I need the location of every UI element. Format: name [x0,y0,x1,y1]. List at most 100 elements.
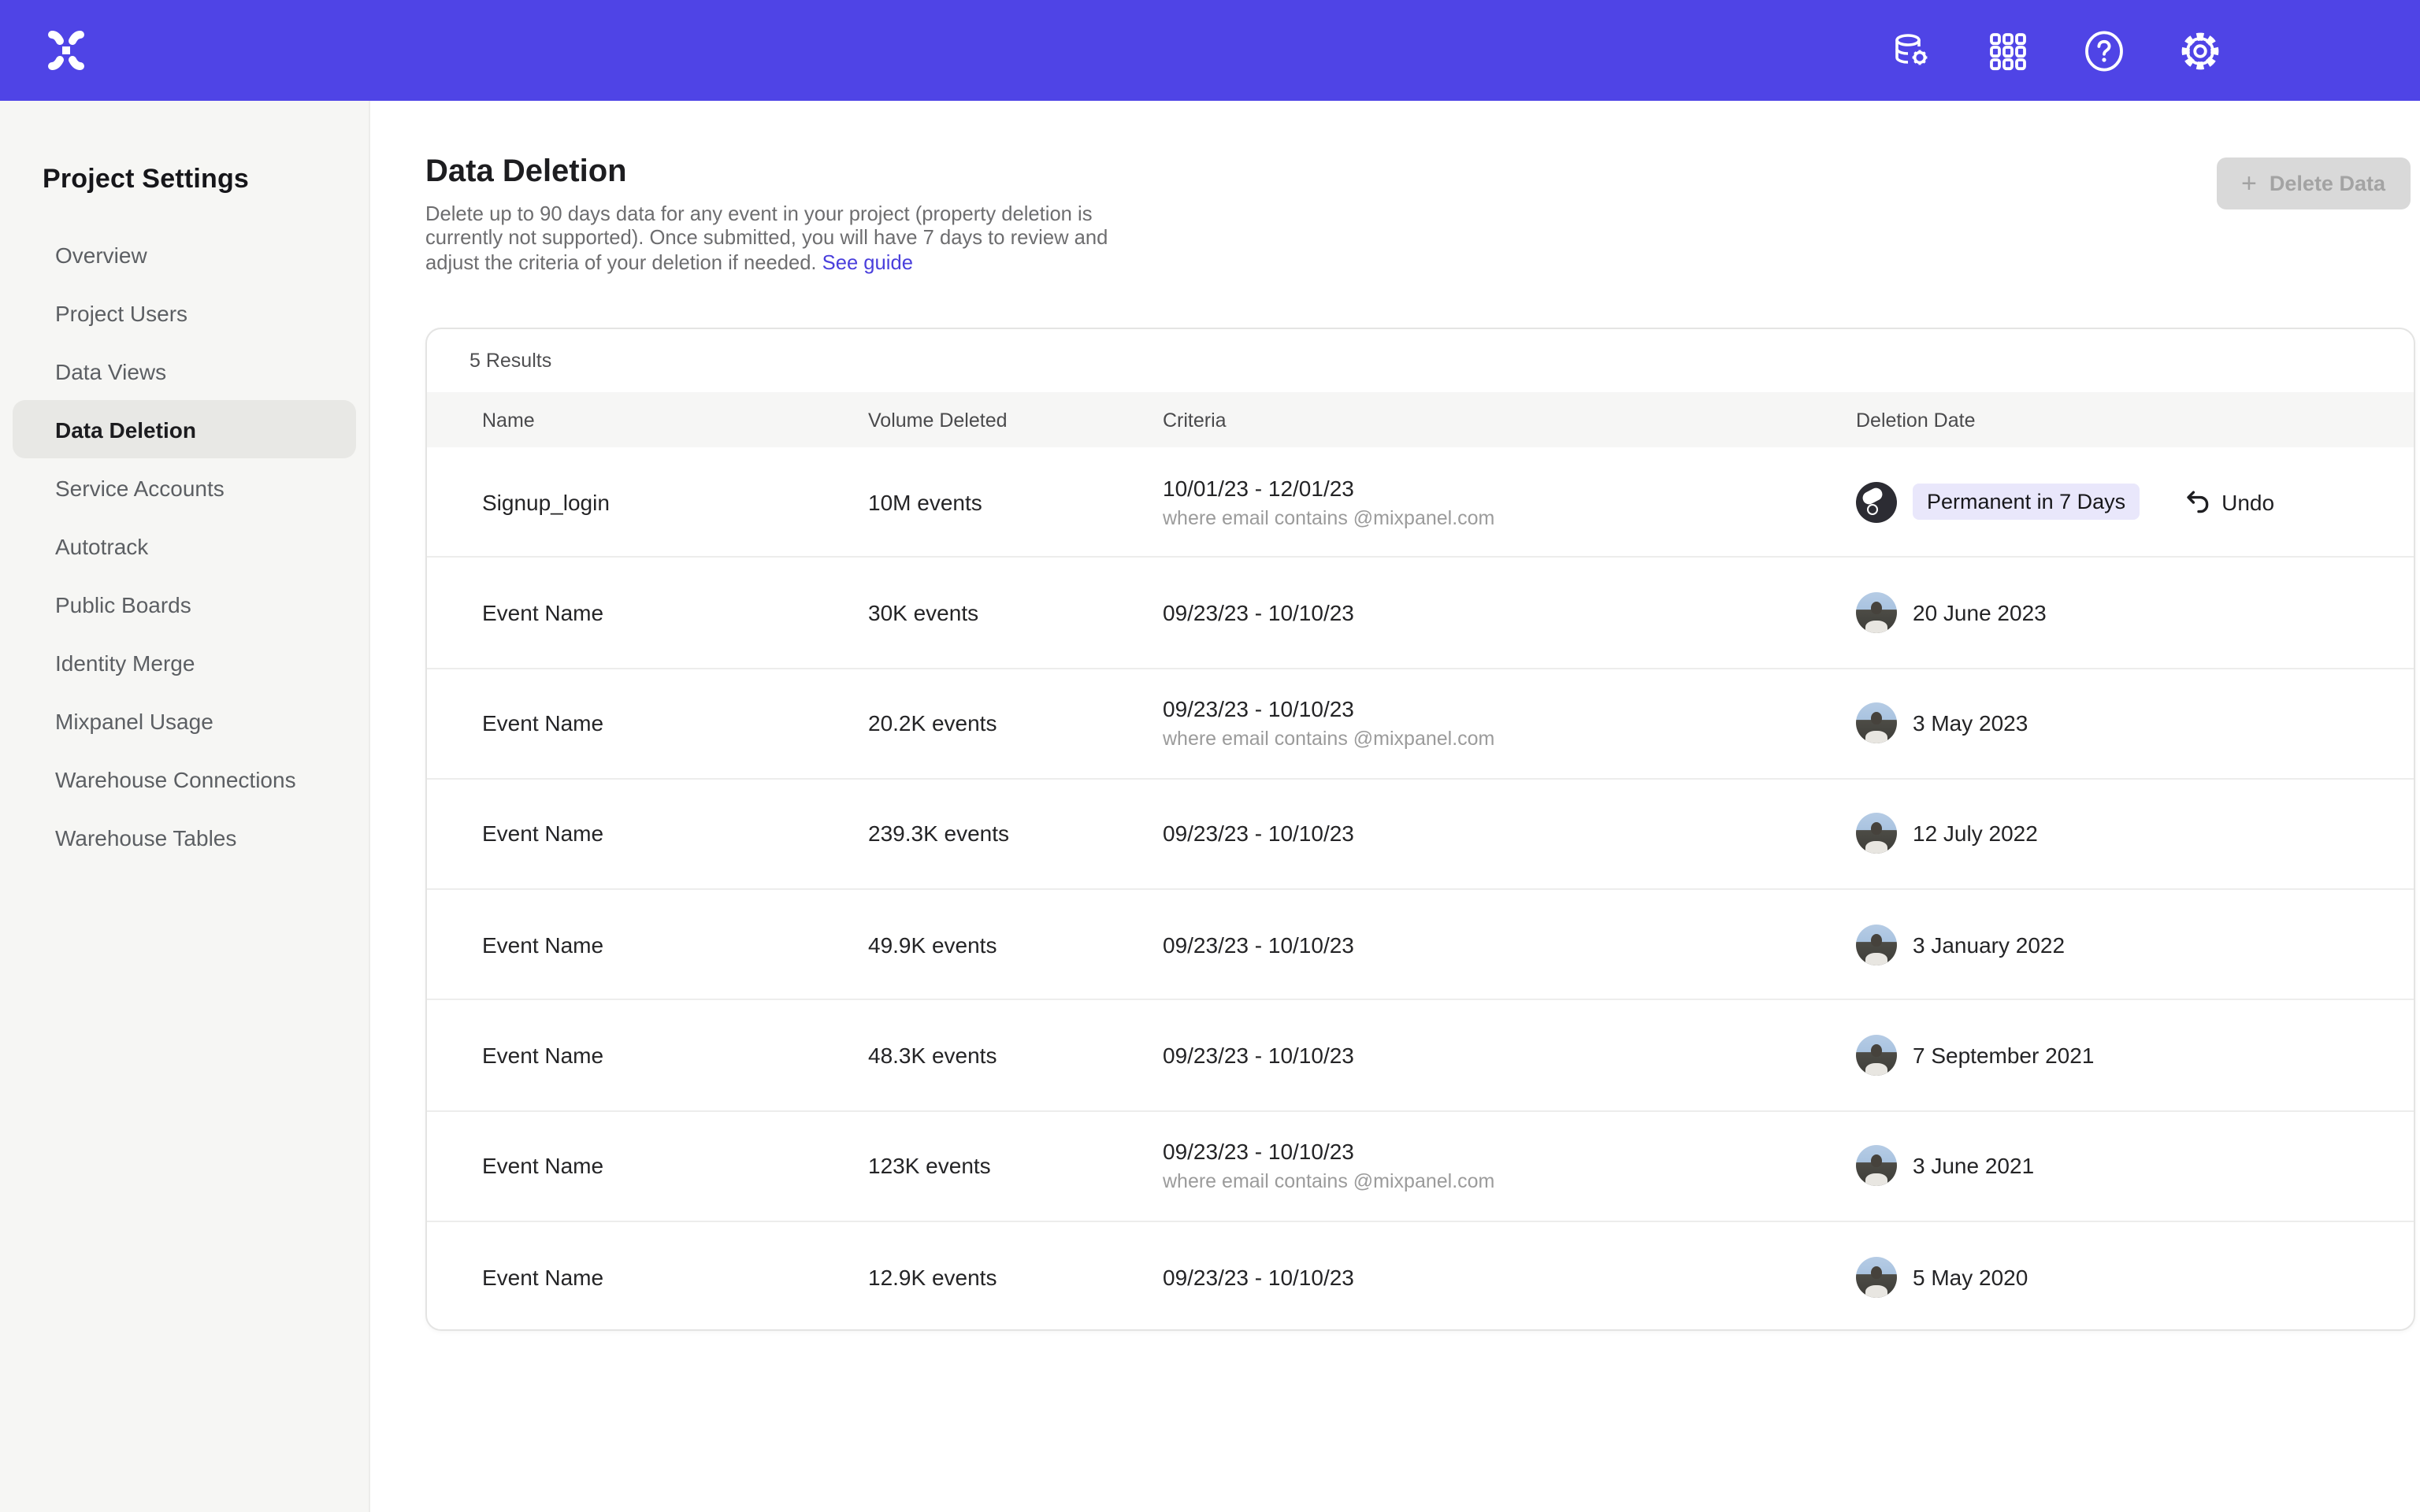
criteria-filter: where email contains @mixpanel.com [1163,1170,1856,1192]
table-row: Signup_login 10M events 10/01/23 - 12/01… [427,447,2414,558]
table-row: Event Name 20.2K events 09/23/23 - 10/10… [427,669,2414,780]
row-name: Event Name [482,600,868,625]
table-row: Event Name 48.3K events 09/23/23 - 10/10… [427,1001,2414,1112]
sidebar-item-public-boards[interactable]: Public Boards [13,575,356,633]
row-volume: 49.9K events [868,932,1163,957]
row-deletion-date: 20 June 2023 [1856,592,2414,633]
criteria-date-range: 09/23/23 - 10/10/23 [1163,600,1856,625]
sidebar-item-mixpanel-usage[interactable]: Mixpanel Usage [13,691,356,750]
criteria-date-range: 09/23/23 - 10/10/23 [1163,932,1856,957]
avatar [1856,813,1897,854]
row-volume: 239.3K events [868,821,1163,847]
top-navbar [0,0,2420,101]
sidebar-item-warehouse-connections[interactable]: Warehouse Connections [13,750,356,808]
sidebar-item-overview[interactable]: Overview [13,225,356,284]
row-deletion-date: 7 September 2021 [1856,1035,2414,1076]
row-volume: 12.9K events [868,1265,1163,1290]
permanent-badge: Permanent in 7 Days [1913,484,2140,520]
row-name: Event Name [482,710,868,736]
criteria-date-range: 09/23/23 - 10/10/23 [1163,696,1856,721]
avatar [1856,481,1897,522]
column-header-volume-deleted: Volume Deleted [868,409,1163,431]
mixpanel-logo-icon [46,30,87,71]
row-volume: 10M events [868,489,1163,514]
page-description-text: Delete up to 90 days data for any event … [425,202,1108,274]
row-criteria: 09/23/23 - 10/10/23 [1163,1043,1856,1068]
sidebar-item-project-users[interactable]: Project Users [13,284,356,342]
column-header-name: Name [482,409,868,431]
main-content: Data Deletion Delete up to 90 days data … [370,101,2420,1512]
undo-label: Undo [2221,489,2274,514]
row-deletion-date: 3 June 2021 [1856,1145,2414,1186]
deletion-date-text: 3 June 2021 [1913,1153,2034,1178]
table-row: Event Name 239.3K events 09/23/23 - 10/1… [427,780,2414,891]
row-deletion-date: 3 January 2022 [1856,924,2414,965]
page-title: Data Deletion [425,154,627,191]
plus-icon: + [2241,170,2257,197]
row-name: Event Name [482,1043,868,1068]
settings-sidebar: Project Settings Overview Project Users … [0,101,370,1512]
row-criteria: 09/23/23 - 10/10/23 where email contains… [1163,696,1856,750]
settings-icon[interactable] [2177,28,2221,72]
mixpanel-logo[interactable] [43,27,90,74]
row-deletion-date: 5 May 2020 [1856,1257,2414,1298]
avatar [1856,702,1897,743]
criteria-filter: where email contains @mixpanel.com [1163,728,1856,750]
sidebar-item-identity-merge[interactable]: Identity Merge [13,633,356,691]
criteria-date-range: 10/01/23 - 12/01/23 [1163,475,1856,500]
sidebar-item-autotrack[interactable]: Autotrack [13,517,356,575]
sidebar-item-service-accounts[interactable]: Service Accounts [13,458,356,517]
sidebar-item-data-views[interactable]: Data Views [13,342,356,400]
column-header-criteria: Criteria [1163,409,1856,431]
row-name: Event Name [482,1265,868,1290]
row-volume: 123K events [868,1153,1163,1178]
deletion-date-text: 12 July 2022 [1913,821,2038,847]
page-description: Delete up to 90 days data for any event … [425,202,1122,274]
row-criteria: 09/23/23 - 10/10/23 [1163,932,1856,957]
criteria-filter: where email contains @mixpanel.com [1163,506,1856,528]
results-count: 5 Results [427,329,2414,392]
row-criteria: 09/23/23 - 10/10/23 [1163,821,1856,847]
apps-grid-icon[interactable] [1985,28,2029,72]
undo-button[interactable]: Undo [2184,488,2274,515]
avatar [1856,1145,1897,1186]
row-deletion-date: 3 May 2023 [1856,702,2414,743]
sidebar-nav: Overview Project Users Data Views Data D… [0,225,369,866]
row-name: Signup_login [482,489,868,514]
avatar [1856,924,1897,965]
avatar [1856,1257,1897,1298]
sidebar-item-warehouse-tables[interactable]: Warehouse Tables [13,808,356,866]
undo-icon [2184,488,2210,515]
see-guide-link[interactable]: See guide [822,250,913,274]
row-deletion-date: Permanent in 7 Days Undo [1856,481,2414,522]
sidebar-item-data-deletion[interactable]: Data Deletion [13,400,356,458]
data-management-icon[interactable] [1889,28,1933,72]
criteria-date-range: 09/23/23 - 10/10/23 [1163,821,1856,847]
app-window: Project Settings Overview Project Users … [0,0,2420,1512]
sidebar-title: Project Settings [43,164,369,195]
avatar [1856,592,1897,633]
row-criteria: 10/01/23 - 12/01/23 where email contains… [1163,475,1856,528]
row-volume: 20.2K events [868,710,1163,736]
navbar-icon-group [1889,0,2221,101]
help-icon[interactable] [2081,28,2125,72]
column-header-deletion-date: Deletion Date [1856,409,2414,431]
table-row: Event Name 123K events 09/23/23 - 10/10/… [427,1111,2414,1222]
deletion-date-text: 3 May 2023 [1913,710,2028,736]
delete-data-button-label: Delete Data [2270,172,2385,195]
row-name: Event Name [482,821,868,847]
deletion-results-card: 5 Results Name Volume Deleted Criteria D… [425,328,2415,1331]
delete-data-button[interactable]: + Delete Data [2216,158,2411,209]
criteria-date-range: 09/23/23 - 10/10/23 [1163,1139,1856,1164]
deletion-date-text: 20 June 2023 [1913,600,2047,625]
deletion-date-text: 7 September 2021 [1913,1043,2094,1068]
criteria-date-range: 09/23/23 - 10/10/23 [1163,1265,1856,1290]
row-volume: 48.3K events [868,1043,1163,1068]
table-row: Event Name 12.9K events 09/23/23 - 10/10… [427,1222,2414,1332]
avatar [1856,1035,1897,1076]
row-criteria: 09/23/23 - 10/10/23 [1163,600,1856,625]
row-name: Event Name [482,1153,868,1178]
criteria-date-range: 09/23/23 - 10/10/23 [1163,1043,1856,1068]
table-row: Event Name 49.9K events 09/23/23 - 10/10… [427,890,2414,1001]
table-header-row: Name Volume Deleted Criteria Deletion Da… [427,392,2414,447]
